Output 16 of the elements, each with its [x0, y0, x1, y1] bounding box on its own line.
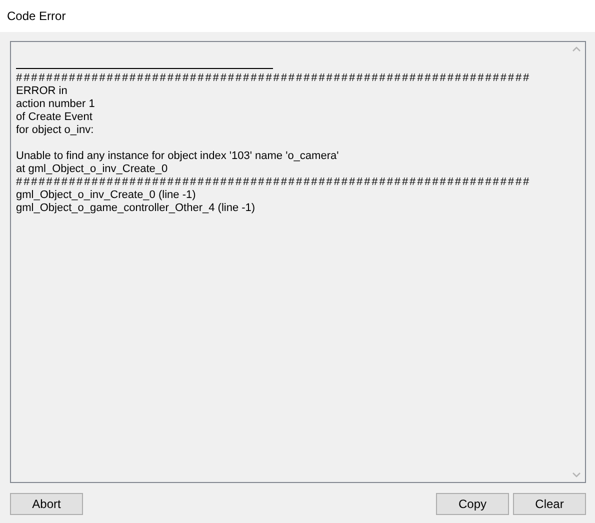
log-line: at gml_Object_o_inv_Create_0 [16, 163, 169, 176]
scroll-down-icon[interactable] [572, 472, 581, 478]
abort-button[interactable]: Abort [10, 493, 83, 515]
dialog-button[interactable]: Copy [436, 493, 509, 515]
scroll-up-icon[interactable] [572, 46, 581, 52]
log-line: action number 1 [16, 98, 96, 111]
hash-separator-line: #################################################################### [16, 72, 532, 85]
log-line: ERROR in [16, 85, 68, 98]
window-title: Code Error [7, 9, 66, 23]
log-line: gml_Object_o_inv_Create_0 (line -1) [16, 189, 197, 202]
log-line: gml_Object_o_game_controller_Other_4 (line -1) [16, 202, 256, 215]
dialog-button[interactable]: Clear [513, 493, 586, 515]
log-line: Unable to find any instance for object index '103' name 'o_camera' [16, 150, 340, 163]
log-line: of Create Event [16, 111, 94, 124]
hash-separator-line: #################################################################### [16, 176, 532, 189]
log-line: for object o_inv: [16, 124, 95, 137]
